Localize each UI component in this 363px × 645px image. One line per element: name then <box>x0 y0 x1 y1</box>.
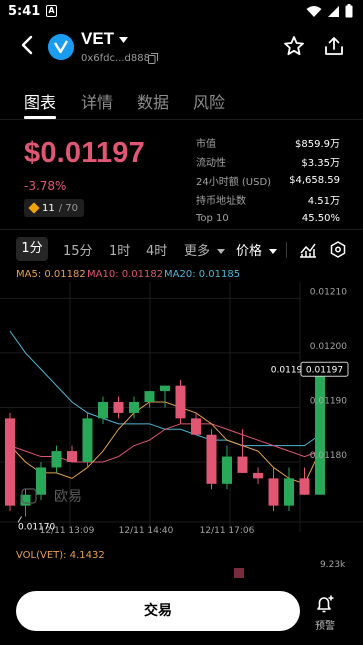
ma20-label: MA20: 0.01185 <box>164 269 241 280</box>
interval-1h[interactable]: 1时 <box>109 240 130 259</box>
price-mode-label: 价格 <box>236 244 263 259</box>
tab-details[interactable]: 详情 <box>81 89 113 113</box>
candle <box>284 478 294 506</box>
stat-row-market-cap: 市值 $859.9万 <box>196 133 340 152</box>
candle <box>237 456 248 473</box>
y-tick-label: 0.01210 <box>310 287 347 297</box>
y-tick-label: 0.01190 <box>310 396 347 406</box>
interval-15m[interactable]: 15分 <box>63 240 93 259</box>
tab-data[interactable]: 数据 <box>137 89 169 113</box>
notification-badge: A <box>46 5 57 17</box>
candle <box>82 418 93 462</box>
candle <box>67 451 77 462</box>
volume-label: VOL(VET): 4.1432 <box>16 550 105 561</box>
stats-panel: 市值 $859.9万 流动性 $3.35万 24小时额 (USD) $4,658.59… <box>196 133 340 228</box>
watermark-label: 欧易 <box>54 489 82 505</box>
status-bar: 5:41 A <box>0 0 363 24</box>
token-name[interactable]: VET <box>81 29 114 49</box>
stat-value: $3.35万 <box>301 158 340 169</box>
volume-max-label: 9.23k <box>320 560 346 570</box>
interval-more[interactable]: 更多 <box>184 240 226 259</box>
copy-icon[interactable] <box>148 53 158 64</box>
section-divider <box>0 229 363 230</box>
score-badge[interactable]: 11 / 70 <box>24 199 85 217</box>
score-value: 11 <box>42 202 55 214</box>
stat-label: 24小时额 (USD) <box>196 177 272 188</box>
chevron-down-icon[interactable] <box>119 37 128 43</box>
price-tag-label: 0.01197 <box>306 365 343 375</box>
x-tick-label: 12/11 17:06 <box>200 526 255 536</box>
indicator-icon[interactable] <box>299 241 317 258</box>
candle <box>113 402 124 413</box>
token-logo <box>48 34 74 60</box>
stat-row-holders: 持币地址数 4.51万 <box>196 190 340 209</box>
low-price-label: 0.01170 <box>18 523 55 533</box>
status-time: 5:41 <box>8 4 41 19</box>
score-total: / 70 <box>58 202 79 214</box>
candle <box>51 451 62 468</box>
star-icon[interactable] <box>283 35 305 57</box>
chevron-down-icon <box>269 249 278 254</box>
price-change: -3.78% <box>24 179 67 193</box>
stat-value: 45.50% <box>301 213 340 224</box>
candle <box>129 402 139 413</box>
interval-more-label: 更多 <box>184 244 211 259</box>
candle <box>5 418 15 506</box>
wifi-icon <box>306 5 322 17</box>
current-price: $0.01197 <box>24 137 145 169</box>
bell-plus-icon[interactable] <box>314 594 336 614</box>
chevron-down-icon <box>217 249 226 254</box>
toolbar-separator <box>286 242 287 258</box>
candle <box>144 391 155 402</box>
y-tick-label: 0.01200 <box>310 342 347 352</box>
candle <box>98 402 108 419</box>
y-tick-label: 0.01180 <box>310 451 347 461</box>
stat-row-volume-24h: 24小时额 (USD) $4,658.59 <box>196 171 340 190</box>
stat-value: 4.51万 <box>307 196 340 207</box>
stat-row-liquidity: 流动性 $3.35万 <box>196 152 340 171</box>
ma5-label: MA5: 0.01182 <box>16 269 86 280</box>
stat-label: 持币地址数 <box>196 196 246 207</box>
settings-icon[interactable] <box>330 241 346 258</box>
alert-label: 预警 <box>315 621 335 632</box>
stat-row-top10: Top 10 45.50% <box>196 209 340 228</box>
ma10-label: MA10: 0.01182 <box>87 269 164 280</box>
candle <box>268 478 279 506</box>
stat-label: 流动性 <box>196 158 226 169</box>
stat-label: 市值 <box>196 139 216 150</box>
candle <box>206 434 217 484</box>
candle <box>36 467 46 495</box>
trade-button[interactable]: 交易 <box>16 591 300 631</box>
share-icon[interactable] <box>323 35 345 57</box>
candle <box>253 472 263 479</box>
interval-4h[interactable]: 4时 <box>146 240 167 259</box>
price-mode-select[interactable]: 价格 <box>236 240 278 259</box>
back-icon[interactable] <box>18 34 38 56</box>
candle <box>160 385 170 392</box>
price-chart[interactable]: 0.012100.012000.011900.0118012/11 13:09 1… <box>0 282 363 544</box>
token-address: 0x6fdc...d888 <box>81 53 150 64</box>
candle <box>222 456 232 484</box>
stat-value: $859.9万 <box>295 139 340 150</box>
diamond-icon <box>28 202 40 214</box>
interval-1m[interactable]: 1分 <box>16 237 48 261</box>
candle <box>299 478 310 495</box>
x-tick-label: 12/11 14:40 <box>119 526 174 536</box>
candle <box>175 385 186 419</box>
tabs-divider <box>0 119 363 120</box>
tab-chart[interactable]: 图表 <box>24 89 56 113</box>
candle <box>191 418 201 435</box>
battery-icon <box>345 4 353 18</box>
tab-risk[interactable]: 风险 <box>193 89 225 113</box>
signal-icon <box>328 5 339 17</box>
stat-label: Top 10 <box>196 213 229 224</box>
stat-value: $4,658.59 <box>289 175 340 186</box>
candle <box>315 369 325 495</box>
